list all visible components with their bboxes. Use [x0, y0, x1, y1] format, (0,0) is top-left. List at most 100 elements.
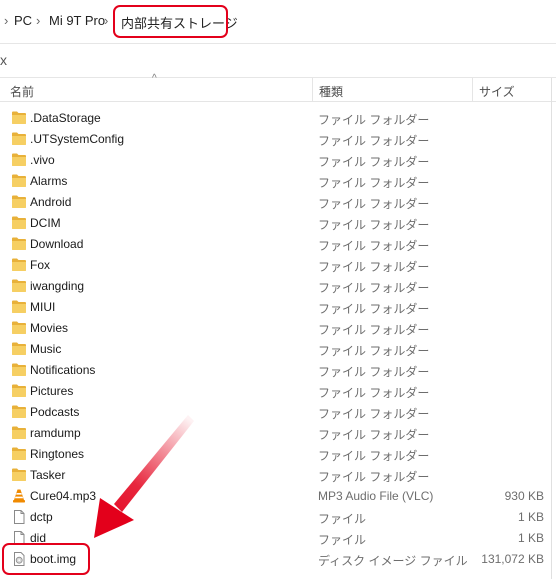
column-header: ^ 名前 種類 サイズ — [0, 73, 556, 102]
file-type: ファイル フォルダー — [318, 302, 430, 316]
file-row[interactable]: .vivo ファイル フォルダー — [0, 150, 556, 171]
file-size: 930 KB — [504, 489, 544, 503]
file-size: 1 KB — [517, 510, 544, 524]
file-type: ファイル フォルダー — [318, 218, 430, 232]
folder-icon — [12, 279, 26, 293]
search-toolbar: x — [0, 44, 556, 78]
file-row[interactable]: MIUI ファイル フォルダー — [0, 297, 556, 318]
file-type: ファイル — [318, 533, 367, 547]
folder-icon — [12, 363, 26, 377]
file-name: Fox — [30, 258, 51, 272]
file-name: DCIM — [30, 216, 61, 230]
folder-icon — [12, 447, 26, 461]
chevron-right-icon[interactable]: › — [104, 13, 108, 28]
file-name: iwangding — [30, 279, 85, 293]
chevron-right-icon[interactable]: › — [4, 13, 8, 28]
folder-icon — [12, 321, 26, 335]
column-divider[interactable] — [472, 78, 473, 102]
file-name: ramdump — [30, 426, 81, 440]
file-row[interactable]: Podcasts ファイル フォルダー — [0, 402, 556, 423]
file-row[interactable]: ramdump ファイル フォルダー — [0, 423, 556, 444]
chevron-right-icon[interactable]: › — [36, 13, 40, 28]
column-header-type[interactable]: 種類 — [319, 83, 343, 100]
file-name: Notifications — [30, 363, 96, 377]
file-type: ファイル フォルダー — [318, 197, 430, 211]
file-name: Android — [30, 195, 72, 209]
file-name: Movies — [30, 321, 69, 335]
boot-img-highlight-box — [2, 543, 90, 575]
file-row[interactable]: dctp ファイル 1 KB — [0, 507, 556, 528]
file-name: dctp — [30, 510, 53, 524]
folder-icon — [12, 405, 26, 419]
file-row[interactable]: Notifications ファイル フォルダー — [0, 360, 556, 381]
column-header-name[interactable]: 名前 — [10, 83, 34, 100]
file-name: MIUI — [30, 300, 56, 314]
file-size: 131,072 KB — [481, 552, 544, 566]
file-type: ファイル — [318, 512, 367, 526]
file-name: .DataStorage — [30, 111, 101, 125]
folder-icon — [12, 300, 26, 314]
file-size: 1 KB — [517, 531, 544, 545]
folder-icon — [12, 132, 26, 146]
folder-icon — [12, 384, 26, 398]
file-row[interactable]: Fox ファイル フォルダー — [0, 255, 556, 276]
file-row[interactable]: .UTSystemConfig ファイル フォルダー — [0, 129, 556, 150]
file-name: .UTSystemConfig — [30, 132, 125, 146]
file-type: ファイル フォルダー — [318, 470, 430, 484]
file-type: ファイル フォルダー — [318, 134, 430, 148]
file-type: ファイル フォルダー — [318, 365, 430, 379]
file-name: Ringtones — [30, 447, 85, 461]
folder-icon — [12, 426, 26, 440]
file-type: ファイル フォルダー — [318, 155, 430, 169]
file-row[interactable]: Music ファイル フォルダー — [0, 339, 556, 360]
folder-icon — [12, 216, 26, 230]
breadcrumb-highlight-box — [113, 5, 228, 38]
folder-icon — [12, 342, 26, 356]
file-type: ファイル フォルダー — [318, 281, 430, 295]
file-type: ファイル フォルダー — [318, 428, 430, 442]
file-type: ファイル フォルダー — [318, 386, 430, 400]
file-name: Tasker — [30, 468, 66, 482]
close-icon[interactable]: x — [0, 52, 12, 68]
file-type: ファイル フォルダー — [318, 407, 430, 421]
file-type: ファイル フォルダー — [318, 323, 430, 337]
breadcrumb-item-device[interactable]: Mi 9T Pro — [49, 13, 105, 28]
column-divider[interactable] — [312, 78, 313, 102]
file-name: Podcasts — [30, 405, 80, 419]
sort-ascending-icon: ^ — [152, 73, 157, 84]
file-icon — [12, 510, 26, 524]
file-name: Download — [30, 237, 84, 251]
file-row[interactable]: Pictures ファイル フォルダー — [0, 381, 556, 402]
vlc-cone-icon — [12, 489, 26, 503]
column-header-size[interactable]: サイズ — [479, 83, 515, 100]
breadcrumb: › PC › Mi 9T Pro › 内部共有ストレージ — [0, 0, 556, 44]
folder-icon — [12, 111, 26, 125]
file-row[interactable]: .DataStorage ファイル フォルダー — [0, 108, 556, 129]
file-type: ファイル フォルダー — [318, 344, 430, 358]
file-row[interactable]: iwangding ファイル フォルダー — [0, 276, 556, 297]
file-row[interactable]: Movies ファイル フォルダー — [0, 318, 556, 339]
file-type: ファイル フォルダー — [318, 260, 430, 274]
file-type: ファイル フォルダー — [318, 449, 430, 463]
file-list: .DataStorage ファイル フォルダー .UTSystemConfig ファイ… — [0, 108, 556, 570]
file-name: .vivo — [30, 153, 55, 167]
file-row[interactable]: DCIM ファイル フォルダー — [0, 213, 556, 234]
file-name: Music — [30, 342, 62, 356]
file-row[interactable]: Download ファイル フォルダー — [0, 234, 556, 255]
folder-icon — [12, 468, 26, 482]
file-name: Cure04.mp3 — [30, 489, 97, 503]
file-type: MP3 Audio File (VLC) — [318, 489, 434, 503]
file-type: ファイル フォルダー — [318, 239, 430, 253]
file-row[interactable]: Cure04.mp3 MP3 Audio File (VLC) 930 KB — [0, 486, 556, 507]
file-type: ファイル フォルダー — [318, 113, 430, 127]
file-row[interactable]: Tasker ファイル フォルダー — [0, 465, 556, 486]
file-row[interactable]: Android ファイル フォルダー — [0, 192, 556, 213]
folder-icon — [12, 174, 26, 188]
file-row[interactable]: Ringtones ファイル フォルダー — [0, 444, 556, 465]
file-row[interactable]: Alarms ファイル フォルダー — [0, 171, 556, 192]
folder-icon — [12, 237, 26, 251]
folder-icon — [12, 153, 26, 167]
file-type: ディスク イメージ ファイル — [318, 554, 468, 568]
folder-icon — [12, 195, 26, 209]
breadcrumb-item-pc[interactable]: PC — [14, 13, 32, 28]
